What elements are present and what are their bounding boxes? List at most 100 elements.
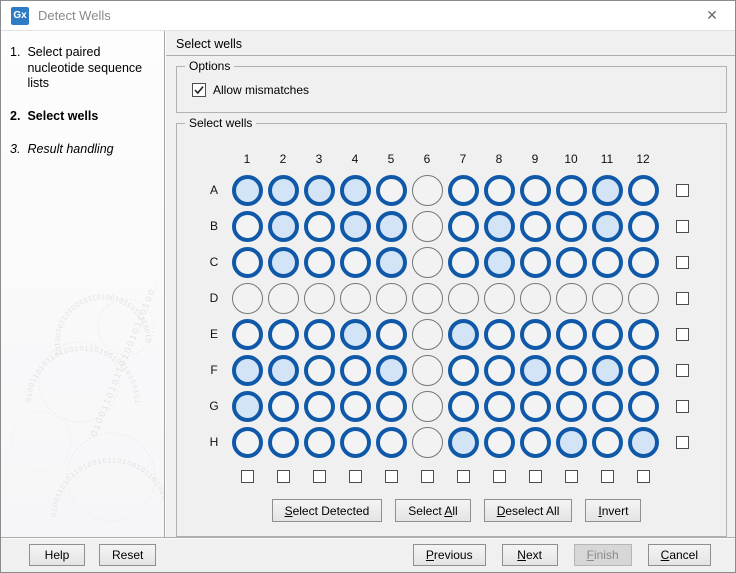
well-E8[interactable]: [484, 319, 515, 350]
well-D8[interactable]: [484, 283, 515, 314]
well-D2[interactable]: [268, 283, 299, 314]
well-H11[interactable]: [592, 427, 623, 458]
well-E4[interactable]: [340, 319, 371, 350]
well-F11[interactable]: [592, 355, 623, 386]
well-H9[interactable]: [520, 427, 551, 458]
well-A2[interactable]: [268, 175, 299, 206]
well-G3[interactable]: [304, 391, 335, 422]
well-D12[interactable]: [628, 283, 659, 314]
well-D6[interactable]: [412, 283, 443, 314]
well-A12[interactable]: [628, 175, 659, 206]
well-C2[interactable]: [268, 247, 299, 278]
column-checkbox-6[interactable]: [421, 470, 434, 483]
well-E12[interactable]: [628, 319, 659, 350]
well-G8[interactable]: [484, 391, 515, 422]
well-A11[interactable]: [592, 175, 623, 206]
well-B8[interactable]: [484, 211, 515, 242]
column-checkbox-11[interactable]: [601, 470, 614, 483]
well-F5[interactable]: [376, 355, 407, 386]
well-B6[interactable]: [412, 211, 443, 242]
well-E7[interactable]: [448, 319, 479, 350]
well-A6[interactable]: [412, 175, 443, 206]
select-all-button[interactable]: Select All: [395, 499, 470, 522]
well-B5[interactable]: [376, 211, 407, 242]
well-F2[interactable]: [268, 355, 299, 386]
well-F6[interactable]: [412, 355, 443, 386]
next-button[interactable]: Next: [502, 544, 558, 566]
well-B7[interactable]: [448, 211, 479, 242]
row-checkbox-A[interactable]: [676, 184, 689, 197]
well-A3[interactable]: [304, 175, 335, 206]
well-B10[interactable]: [556, 211, 587, 242]
cancel-button[interactable]: Cancel: [648, 544, 711, 566]
column-checkbox-5[interactable]: [385, 470, 398, 483]
well-E11[interactable]: [592, 319, 623, 350]
well-G11[interactable]: [592, 391, 623, 422]
well-D7[interactable]: [448, 283, 479, 314]
well-A10[interactable]: [556, 175, 587, 206]
column-checkbox-10[interactable]: [565, 470, 578, 483]
well-A7[interactable]: [448, 175, 479, 206]
well-F12[interactable]: [628, 355, 659, 386]
well-D1[interactable]: [232, 283, 263, 314]
row-checkbox-F[interactable]: [676, 364, 689, 377]
row-checkbox-E[interactable]: [676, 328, 689, 341]
close-icon[interactable]: ✕: [701, 5, 723, 27]
well-B1[interactable]: [232, 211, 263, 242]
well-C9[interactable]: [520, 247, 551, 278]
well-C6[interactable]: [412, 247, 443, 278]
well-B3[interactable]: [304, 211, 335, 242]
column-checkbox-3[interactable]: [313, 470, 326, 483]
help-button[interactable]: Help: [29, 544, 85, 566]
well-D3[interactable]: [304, 283, 335, 314]
well-A1[interactable]: [232, 175, 263, 206]
well-E10[interactable]: [556, 319, 587, 350]
well-E6[interactable]: [412, 319, 443, 350]
well-A5[interactable]: [376, 175, 407, 206]
reset-button[interactable]: Reset: [99, 544, 156, 566]
previous-button[interactable]: Previous: [413, 544, 486, 566]
column-checkbox-9[interactable]: [529, 470, 542, 483]
well-H4[interactable]: [340, 427, 371, 458]
well-C8[interactable]: [484, 247, 515, 278]
row-checkbox-H[interactable]: [676, 436, 689, 449]
well-F3[interactable]: [304, 355, 335, 386]
well-C3[interactable]: [304, 247, 335, 278]
well-B9[interactable]: [520, 211, 551, 242]
well-B11[interactable]: [592, 211, 623, 242]
well-F8[interactable]: [484, 355, 515, 386]
well-C11[interactable]: [592, 247, 623, 278]
well-H2[interactable]: [268, 427, 299, 458]
well-E9[interactable]: [520, 319, 551, 350]
well-B12[interactable]: [628, 211, 659, 242]
well-F10[interactable]: [556, 355, 587, 386]
well-H7[interactable]: [448, 427, 479, 458]
well-H3[interactable]: [304, 427, 335, 458]
well-A8[interactable]: [484, 175, 515, 206]
well-C4[interactable]: [340, 247, 371, 278]
well-E1[interactable]: [232, 319, 263, 350]
well-E3[interactable]: [304, 319, 335, 350]
column-checkbox-12[interactable]: [637, 470, 650, 483]
select-detected-button[interactable]: Select Detected: [272, 499, 383, 522]
well-G10[interactable]: [556, 391, 587, 422]
well-C5[interactable]: [376, 247, 407, 278]
well-G4[interactable]: [340, 391, 371, 422]
row-checkbox-B[interactable]: [676, 220, 689, 233]
well-D9[interactable]: [520, 283, 551, 314]
deselect-all-button[interactable]: Deselect All: [484, 499, 573, 522]
well-C12[interactable]: [628, 247, 659, 278]
column-checkbox-4[interactable]: [349, 470, 362, 483]
well-G1[interactable]: [232, 391, 263, 422]
column-checkbox-8[interactable]: [493, 470, 506, 483]
allow-mismatches-checkbox[interactable]: [192, 83, 206, 97]
well-D10[interactable]: [556, 283, 587, 314]
well-H12[interactable]: [628, 427, 659, 458]
well-G2[interactable]: [268, 391, 299, 422]
well-D11[interactable]: [592, 283, 623, 314]
well-D5[interactable]: [376, 283, 407, 314]
well-E5[interactable]: [376, 319, 407, 350]
well-H8[interactable]: [484, 427, 515, 458]
well-G9[interactable]: [520, 391, 551, 422]
well-F7[interactable]: [448, 355, 479, 386]
